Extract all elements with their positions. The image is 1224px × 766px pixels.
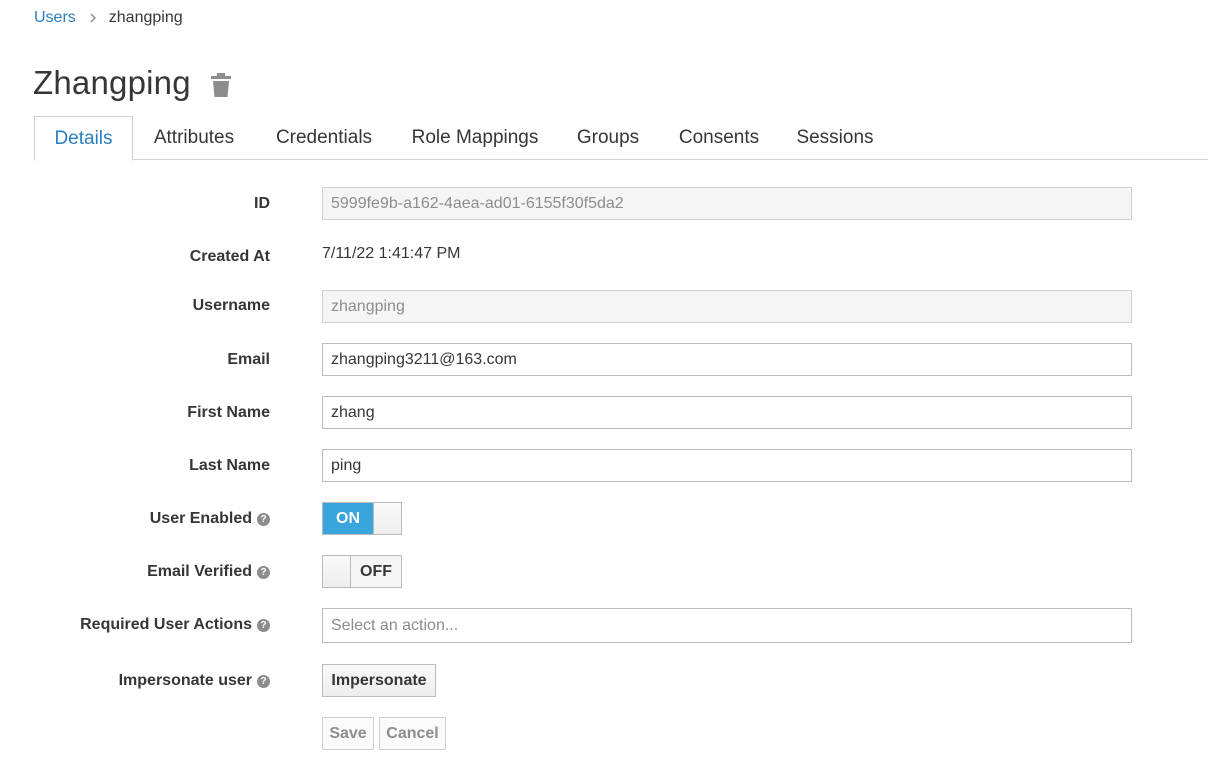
email-verified-label: Email Verified [147, 563, 252, 580]
tab-consents[interactable]: Consents [662, 116, 776, 160]
created-at-value: 7/11/22 1:41:47 PM [322, 245, 461, 262]
first-name-label: First Name [187, 404, 270, 421]
impersonate-button[interactable]: Impersonate [322, 664, 436, 697]
tab-credentials[interactable]: Credentials [258, 116, 390, 160]
email-field[interactable]: zhangping3211@163.com [322, 343, 1132, 376]
username-label: Username [192, 297, 270, 314]
question-circle-icon[interactable]: ? [257, 566, 270, 579]
tab-attributes[interactable]: Attributes [134, 116, 254, 160]
save-button[interactable]: Save [322, 717, 374, 750]
email-verified-toggle[interactable]: OFF [322, 555, 402, 588]
user-enabled-toggle[interactable]: ON [322, 502, 402, 535]
cancel-button[interactable]: Cancel [379, 717, 446, 750]
toggle-knob [323, 556, 351, 587]
first-name-field[interactable]: zhang [322, 396, 1132, 429]
created-at-label: Created At [189, 248, 270, 265]
id-label: ID [254, 195, 270, 212]
required-actions-label: Required User Actions [80, 616, 252, 633]
question-circle-icon[interactable]: ? [257, 513, 270, 526]
tab-role-mappings[interactable]: Role Mappings [396, 116, 554, 160]
breadcrumb-users-link[interactable]: Users [34, 9, 76, 27]
question-circle-icon[interactable]: ? [257, 675, 270, 688]
email-label: Email [227, 351, 270, 368]
chevron-right-icon [89, 10, 97, 26]
page-title: Zhangping [33, 64, 191, 101]
toggle-knob [373, 503, 401, 534]
impersonate-label-row: Impersonate user? [20, 672, 270, 690]
email-verified-label-row: Email Verified? [20, 563, 270, 581]
required-actions-select[interactable]: Select an action... [322, 608, 1132, 643]
impersonate-label: Impersonate user [118, 672, 252, 689]
page-header: Zhangping [33, 64, 231, 102]
question-circle-icon[interactable]: ? [257, 619, 270, 632]
id-field: 5999fe9b-a162-4aea-ad01-6155f30f5da2 [322, 187, 1132, 220]
username-field: zhangping [322, 290, 1132, 323]
user-enabled-label-row: User Enabled? [20, 510, 270, 528]
last-name-label: Last Name [189, 457, 270, 474]
tab-sessions[interactable]: Sessions [782, 116, 888, 160]
toggle-on-label: ON [323, 503, 373, 534]
breadcrumb: Users zhangping [34, 9, 183, 27]
required-actions-label-row: Required User Actions? [20, 616, 270, 634]
last-name-field[interactable]: ping [322, 449, 1132, 482]
trash-icon[interactable] [210, 73, 231, 97]
user-enabled-label: User Enabled [149, 510, 252, 527]
tab-details[interactable]: Details [34, 116, 133, 161]
tab-groups[interactable]: Groups [560, 116, 656, 160]
breadcrumb-current: zhangping [108, 9, 183, 26]
toggle-off-label: OFF [351, 556, 401, 587]
tab-bar: Details Attributes Credentials Role Mapp… [34, 116, 1208, 161]
